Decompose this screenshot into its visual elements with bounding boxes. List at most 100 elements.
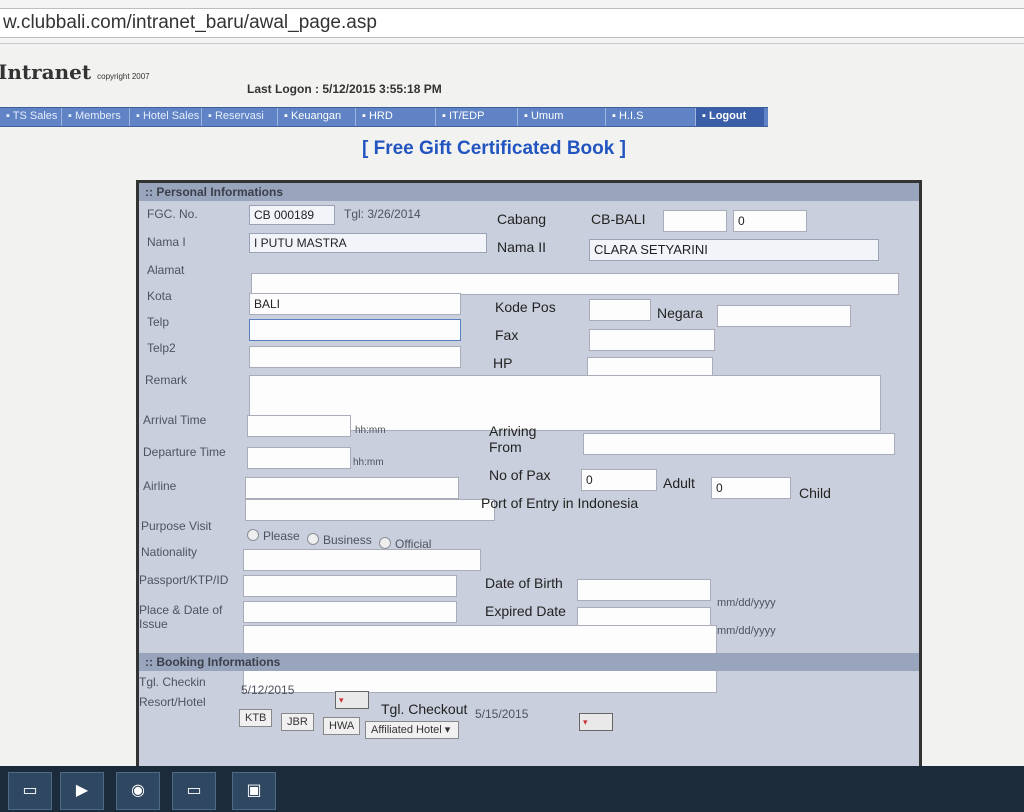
expired-label: Expired Date: [485, 603, 566, 619]
hp-label: HP: [493, 355, 513, 371]
menu-umum[interactable]: ▪ Umum: [518, 108, 606, 126]
personal-section-header: :: Personal Informations: [139, 183, 919, 201]
departure-hint: hh:mm: [353, 457, 384, 468]
alamat-label: Alamat: [147, 263, 185, 277]
checkin-value: 5/12/2015: [241, 683, 295, 697]
last-logon: Last Logon : 5/12/2015 3:55:18 PM: [247, 82, 442, 96]
menu-ts-sales[interactable]: ▪ TS Sales: [0, 108, 62, 126]
purpose-option-please: Please: [263, 529, 300, 543]
negara-input[interactable]: [717, 305, 851, 327]
booking-section-header: :: Booking Informations: [139, 653, 919, 671]
kota-input[interactable]: BALI: [249, 293, 461, 315]
dob-input[interactable]: [577, 579, 711, 601]
tgl-value: Tgl: 3/26/2014: [344, 207, 421, 221]
port-entry-label: Port of Entry in Indonesia: [481, 495, 639, 511]
folder-icon-2[interactable]: ▭: [172, 772, 216, 810]
browser-icon[interactable]: ◉: [116, 772, 160, 810]
menu-it-edp[interactable]: ▪ IT/EDP: [436, 108, 518, 126]
telp-input[interactable]: [249, 319, 461, 341]
airline-input-2[interactable]: [245, 499, 495, 521]
menu-label: Members: [74, 110, 121, 122]
menu-label: Keuangan: [290, 110, 342, 122]
dob-hint: mm/dd/yyyy: [717, 597, 776, 609]
checkin-calendar-icon[interactable]: ▾: [335, 691, 369, 709]
place-issue-label: Place & Date of Issue: [139, 603, 223, 631]
arriving-from-input[interactable]: [583, 433, 895, 455]
passport-input[interactable]: [243, 575, 457, 597]
resort-ktb-button[interactable]: KTB: [239, 709, 273, 727]
purpose-option-business: Business: [323, 533, 372, 547]
page: Intranet copyright 2007 Last Logon : 5/12…: [0, 44, 1024, 812]
negara-label: Negara: [657, 305, 703, 321]
arrival-label: Arrival Time: [143, 413, 207, 427]
kota-label: Kota: [147, 289, 172, 303]
arriving-from-label: Arriving From: [489, 423, 537, 455]
menu-hotel-sales[interactable]: ▪ Hotel Sales: [130, 108, 202, 126]
telp-label: Telp: [147, 315, 170, 329]
telp2-label: Telp2: [147, 341, 176, 355]
address-bar[interactable]: w.clubbali.com/intranet_baru/awal_page.a…: [0, 8, 1024, 38]
checkin-label: Tgl. Checkin: [139, 675, 206, 689]
menu-reservasi[interactable]: ▪ Reservasi: [202, 108, 278, 126]
menu-label: H.I.S: [618, 110, 644, 122]
menu-label: Reservasi: [214, 110, 264, 122]
nationality-input[interactable]: [243, 549, 481, 571]
menu-logout[interactable]: ▪ Logout: [696, 108, 764, 126]
menu-label: HRD: [368, 110, 393, 122]
departure-input[interactable]: [247, 447, 351, 469]
purpose-radio-business[interactable]: [307, 533, 319, 545]
fgc-label: FGC. No.: [147, 207, 198, 221]
remark-label: Remark: [145, 373, 188, 387]
taskbar-app-icon[interactable]: ▣: [232, 772, 276, 810]
departure-label: Departure Time: [143, 445, 226, 459]
purpose-radio-official[interactable]: [379, 537, 391, 549]
fax-input[interactable]: [589, 329, 715, 351]
alamat-input[interactable]: [251, 273, 899, 295]
menu-his[interactable]: ▪ H.I.S: [606, 108, 696, 126]
cabang-value: CB-BALI: [591, 211, 646, 227]
passport-label: Passport/KTP/ID: [139, 573, 229, 587]
nama2-value: CLARA SETYARINI: [589, 239, 879, 261]
intranet-logo: Intranet copyright 2007: [0, 60, 150, 84]
checkout-label: Tgl. Checkout: [381, 701, 468, 717]
menu-label: Logout: [708, 110, 747, 122]
resort-label: Resort/Hotel: [139, 695, 206, 709]
main-menu: ▪ TS Sales ▪ Members ▪ Hotel Sales ▪ Res…: [0, 107, 768, 127]
pax-adult-input[interactable]: 0: [581, 469, 657, 491]
cabang-input-2[interactable]: 0: [733, 210, 807, 232]
checkout-calendar-icon[interactable]: ▾: [579, 713, 613, 731]
folder-icon[interactable]: ▭: [8, 772, 52, 810]
place-input[interactable]: [243, 601, 457, 623]
booking-form: :: Personal Informations FGC. No. CB 000…: [136, 180, 922, 780]
menu-members[interactable]: ▪ Members: [62, 108, 130, 126]
menu-label: IT/EDP: [448, 110, 485, 122]
nopax-label: No of Pax: [489, 467, 551, 483]
copyright-text: copyright 2007: [97, 72, 150, 81]
telp2-input[interactable]: [249, 346, 461, 368]
arrival-hint: hh:mm: [355, 425, 386, 436]
adult-label: Adult: [663, 475, 695, 491]
menu-hrd[interactable]: ▪ HRD: [356, 108, 436, 126]
affiliated-hotel-select[interactable]: Affiliated Hotel ▾: [365, 721, 459, 739]
cabang-input-1[interactable]: [663, 210, 727, 232]
purpose-label: Purpose Visit: [141, 519, 212, 533]
affiliated-label: Affiliated Hotel: [371, 724, 442, 736]
kodepos-label: Kode Pos: [495, 299, 556, 315]
resort-jbr-button[interactable]: JBR: [281, 713, 314, 731]
nama2-label: Nama II: [497, 239, 547, 255]
resort-hwa-button[interactable]: HWA: [323, 717, 361, 735]
kodepos-input[interactable]: [589, 299, 651, 321]
nama1-label: Nama I: [147, 235, 186, 249]
menu-keuangan[interactable]: ▪ Keuangan: [278, 108, 356, 126]
media-player-icon[interactable]: ▶: [60, 772, 104, 810]
pax-child-input[interactable]: 0: [711, 477, 791, 499]
fgc-value: CB 000189: [249, 205, 335, 225]
purpose-radio-please[interactable]: [247, 529, 259, 541]
dob-label: Date of Birth: [485, 575, 563, 591]
expired-hint: mm/dd/yyyy: [717, 625, 776, 637]
menu-label: Hotel Sales: [142, 110, 200, 122]
nama1-value: I PUTU MASTRA: [249, 233, 487, 253]
airline-input[interactable]: [245, 477, 459, 499]
arrival-input[interactable]: [247, 415, 351, 437]
airline-label: Airline: [143, 479, 177, 493]
